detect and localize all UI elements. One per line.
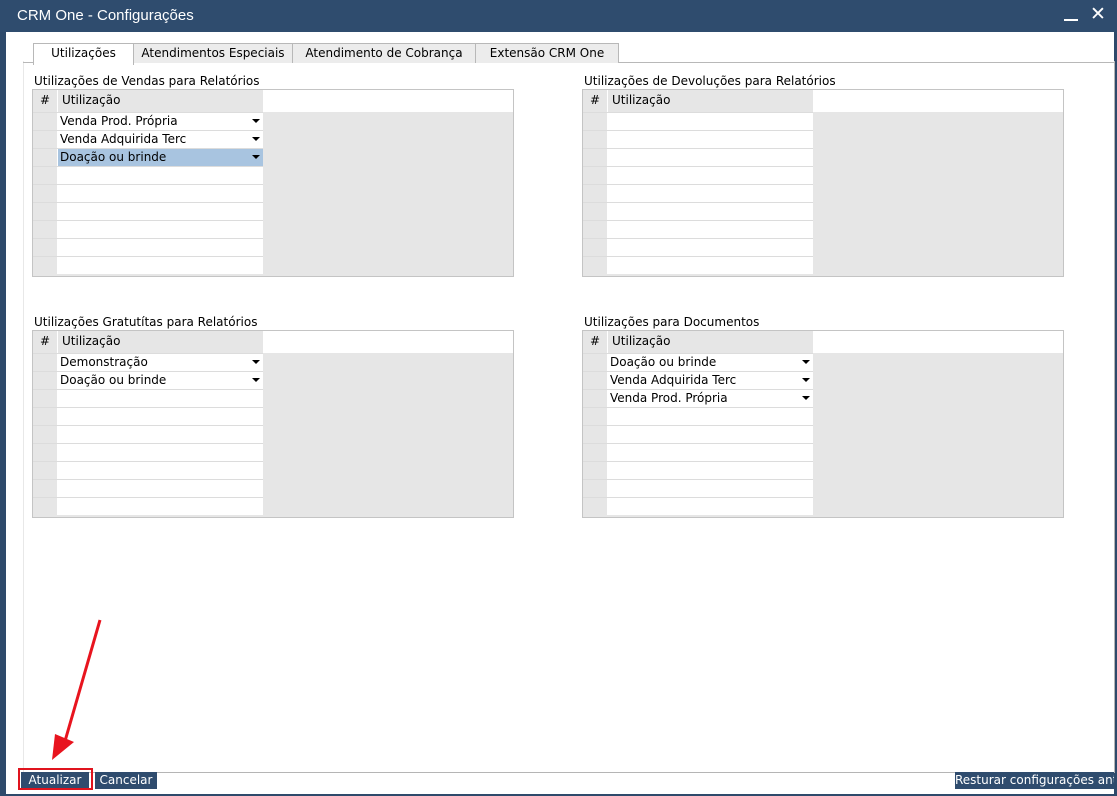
annotation-arrow-icon	[52, 619, 102, 760]
